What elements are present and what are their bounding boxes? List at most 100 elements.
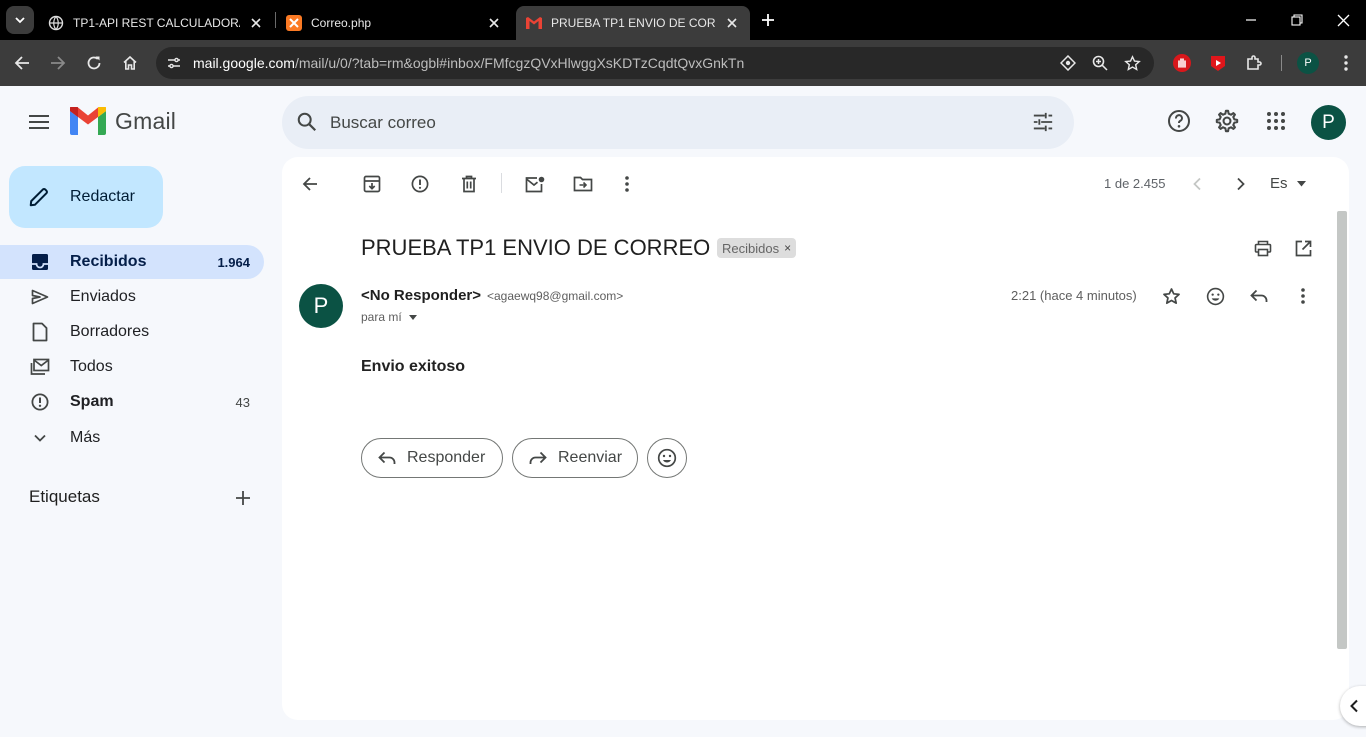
- minimize-icon: [1246, 19, 1256, 21]
- sidebar-item-borradores[interactable]: Borradores: [0, 315, 264, 349]
- labels-heading: Etiquetas: [29, 487, 100, 506]
- help-icon[interactable]: [1164, 106, 1194, 136]
- newer-button[interactable]: [1184, 171, 1210, 197]
- message-more-button[interactable]: [1290, 283, 1316, 309]
- tab-title: Correo.php: [311, 16, 372, 30]
- sender-avatar[interactable]: P: [299, 284, 343, 328]
- pagination-text: 1 de 2.455: [1104, 176, 1166, 191]
- restore-button[interactable]: [1274, 0, 1320, 40]
- zoom-icon[interactable]: [1089, 52, 1111, 74]
- apps-grid-icon[interactable]: [1261, 106, 1291, 136]
- compose-button[interactable]: Redactar: [9, 166, 163, 228]
- bookmark-star-icon[interactable]: [1121, 52, 1143, 74]
- archive-button[interactable]: [359, 171, 385, 197]
- chevron-left-icon: [1350, 699, 1358, 713]
- back-button[interactable]: [8, 49, 36, 77]
- inbox-icon: [28, 250, 52, 274]
- delete-button[interactable]: [456, 171, 482, 197]
- main-menu-button[interactable]: [23, 106, 55, 138]
- address-bar[interactable]: mail.google.com/mail/u/0/?tab=rm&ogbl#in…: [156, 47, 1154, 79]
- tab-gmail-prueba[interactable]: PRUEBA TP1 ENVIO DE CORREO: [516, 6, 750, 40]
- all-mail-icon: [28, 355, 52, 379]
- site-info-icon[interactable]: [162, 51, 186, 75]
- sidebar-item-mas[interactable]: Más: [0, 421, 264, 455]
- unread-count: 1.964: [217, 254, 250, 270]
- extension-red-shield-icon[interactable]: [1206, 51, 1230, 75]
- report-spam-button[interactable]: [407, 171, 433, 197]
- sidebar-item-spam[interactable]: Spam 43: [0, 385, 264, 419]
- close-tab-icon[interactable]: [248, 15, 264, 31]
- print-button[interactable]: [1250, 235, 1276, 261]
- message-time: 2:21 (hace 4 minutos): [1011, 288, 1137, 303]
- scrollbar-thumb[interactable]: [1337, 211, 1347, 649]
- star-button[interactable]: [1158, 283, 1184, 309]
- back-to-inbox-button[interactable]: [297, 171, 323, 197]
- more-vert-icon: [625, 176, 629, 192]
- search-input[interactable]: [330, 110, 1020, 136]
- tab-api-rest[interactable]: TP1-API REST CALCULADORA-E: [38, 6, 274, 40]
- sidebar-item-label: Enviados: [70, 288, 136, 305]
- sidebar-item-todos[interactable]: Todos: [0, 350, 264, 384]
- reply-icon-button[interactable]: [1246, 283, 1272, 309]
- emoji-reaction-button[interactable]: [647, 438, 687, 478]
- account-avatar[interactable]: P: [1311, 105, 1346, 140]
- open-new-window-button[interactable]: [1290, 235, 1316, 261]
- label-chip: Recibidos ×: [717, 238, 797, 258]
- tab-title: PRUEBA TP1 ENVIO DE CORREO: [551, 16, 716, 30]
- input-tools-button[interactable]: Es: [1270, 175, 1306, 192]
- search-bar: [282, 96, 1074, 149]
- url-text: mail.google.com/mail/u/0/?tab=rm&ogbl#in…: [193, 55, 744, 71]
- add-label-button[interactable]: [231, 486, 255, 510]
- recipient-details-toggle[interactable]: para mí: [361, 310, 417, 324]
- sidebar-item-enviados[interactable]: Enviados: [0, 280, 264, 314]
- star-icon: [1162, 287, 1180, 304]
- spam-count: 43: [235, 394, 250, 410]
- new-tab-button[interactable]: [756, 8, 780, 32]
- browser-menu-icon[interactable]: [1334, 51, 1358, 75]
- reply-icon: [376, 447, 398, 469]
- hamburger-icon: [29, 115, 49, 129]
- close-tab-icon[interactable]: [724, 15, 740, 31]
- url-host: mail.google.com: [193, 55, 295, 71]
- reply-button[interactable]: Responder: [361, 438, 503, 478]
- send-icon: [28, 285, 52, 309]
- trash-icon: [462, 175, 476, 193]
- close-tab-icon[interactable]: [486, 15, 502, 31]
- minimize-button[interactable]: [1228, 0, 1274, 40]
- message-body: Envio exitoso: [361, 358, 466, 375]
- forward-button[interactable]: Reenviar: [512, 438, 638, 478]
- spam-icon: [411, 175, 429, 193]
- gmail-logo[interactable]: Gmail: [70, 107, 176, 135]
- home-button[interactable]: [116, 49, 144, 77]
- mark-unread-icon: [525, 176, 545, 192]
- remove-label-icon[interactable]: ×: [784, 241, 791, 255]
- more-actions-button[interactable]: [614, 171, 640, 197]
- reload-button[interactable]: [80, 49, 108, 77]
- mark-unread-button[interactable]: [522, 171, 548, 197]
- sender-name[interactable]: <No Responder>: [361, 287, 481, 304]
- label-chip-text: Recibidos: [722, 240, 780, 256]
- side-panel-toggle[interactable]: [1340, 686, 1366, 726]
- extensions-puzzle-icon[interactable]: [1242, 51, 1266, 75]
- search-icon[interactable]: [294, 109, 320, 135]
- search-options-icon[interactable]: [1030, 109, 1056, 135]
- sidebar-item-label: Más: [70, 429, 101, 446]
- close-window-button[interactable]: [1320, 0, 1366, 40]
- input-language-label: Es: [1270, 175, 1288, 192]
- move-to-button[interactable]: [570, 171, 596, 197]
- add-reaction-button[interactable]: [1202, 283, 1228, 309]
- browser-profile-avatar[interactable]: P: [1297, 52, 1319, 74]
- older-button[interactable]: [1228, 171, 1254, 197]
- browser-toolbar: mail.google.com/mail/u/0/?tab=rm&ogbl#in…: [0, 40, 1366, 86]
- tab-search-button[interactable]: [6, 6, 34, 34]
- settings-gear-icon[interactable]: [1212, 106, 1242, 136]
- lens-icon[interactable]: [1057, 52, 1079, 74]
- emoji-icon: [657, 448, 677, 468]
- forward-button[interactable]: [44, 49, 72, 77]
- sidebar-item-recibidos[interactable]: Recibidos 1.964: [0, 245, 264, 279]
- tab-correo-php[interactable]: Correo.php: [276, 6, 512, 40]
- message-panel: 1 de 2.455 Es PRUEBA TP1 ENVIO DE CORREO…: [282, 157, 1349, 720]
- gmail-logo-text: Gmail: [115, 107, 177, 134]
- extension-red-hand-icon[interactable]: [1170, 51, 1194, 75]
- caret-down-icon: [1296, 180, 1306, 186]
